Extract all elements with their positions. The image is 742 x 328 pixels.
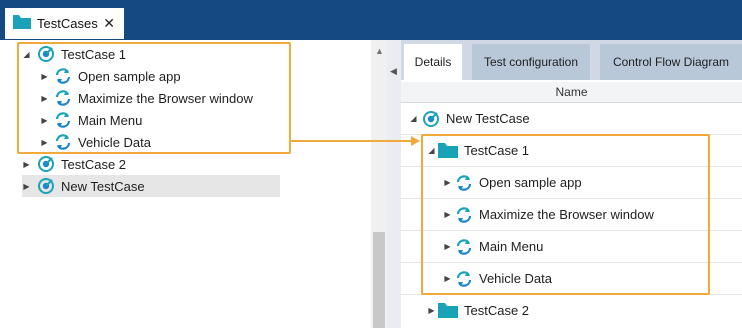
left-tree-panel: ◢ TestCase 1 ▶ Open sample app ▶ Maximiz… — [0, 40, 371, 328]
grid-row-testcase-1[interactable]: ◢ TestCase 1 — [401, 135, 742, 167]
expand-arrow-icon[interactable]: ▶ — [443, 274, 452, 283]
expand-arrow-icon[interactable]: ▶ — [40, 116, 49, 125]
title-bar: TestCases ✕ — [0, 0, 742, 40]
testcase-icon — [37, 45, 55, 63]
expand-arrow-icon[interactable]: ▶ — [40, 72, 49, 81]
left-scrollbar[interactable]: ▲ — [371, 40, 387, 328]
tree-item-label: TestCase 2 — [61, 156, 127, 172]
sync-icon — [54, 89, 72, 107]
grid-row-main-menu[interactable]: ▶ Main Menu — [401, 231, 742, 263]
scroll-up-icon[interactable]: ▲ — [375, 46, 384, 56]
column-header-name[interactable]: Name — [401, 82, 742, 103]
expand-arrow-icon[interactable]: ▶ — [40, 138, 49, 147]
tree-item-label: New TestCase — [61, 178, 145, 194]
grid-row-open-sample-app[interactable]: ▶ Open sample app — [401, 167, 742, 199]
tab-bar: Details Test configuration Control Flow … — [401, 40, 742, 80]
expand-arrow-icon[interactable]: ▶ — [22, 160, 31, 169]
scrollbar-thumb[interactable] — [373, 232, 385, 328]
tab-control-flow-diagram[interactable]: Control Flow Diagram — [600, 44, 742, 80]
tree-item-testcase-1[interactable]: ◢ TestCase 1 — [22, 43, 126, 65]
collapse-arrow-icon[interactable]: ◢ — [427, 146, 436, 155]
expand-arrow-icon[interactable]: ▶ — [443, 242, 452, 251]
grid-row-label: Open sample app — [479, 175, 582, 190]
collapse-left-icon[interactable]: ◀ — [390, 66, 397, 77]
doc-tab-testcases[interactable]: TestCases ✕ — [5, 8, 124, 39]
grid-row-label: TestCase 1 — [464, 143, 530, 158]
expand-arrow-icon[interactable]: ▶ — [40, 94, 49, 103]
tree-item-new-testcase[interactable]: ▶ New TestCase — [22, 175, 280, 197]
tree-item-label: Main Menu — [78, 112, 143, 128]
grid-row-maximize-browser[interactable]: ▶ Maximize the Browser window — [401, 199, 742, 231]
sync-icon — [54, 133, 72, 151]
grid-row-label: Vehicle Data — [479, 271, 552, 286]
expand-arrow-icon[interactable]: ▶ — [22, 182, 31, 191]
folder-icon — [438, 143, 458, 158]
panel-splitter[interactable]: ◀ — [387, 40, 401, 328]
close-icon[interactable]: ✕ — [103, 15, 115, 31]
grid-row-label: New TestCase — [446, 111, 530, 126]
sync-icon — [455, 174, 473, 192]
tree-item-label: TestCase 1 — [61, 46, 127, 62]
sync-icon — [54, 111, 72, 129]
tree-item-maximize-browser[interactable]: ▶ Maximize the Browser window — [40, 87, 253, 109]
tree-item-testcase-2[interactable]: ▶ TestCase 2 — [22, 153, 126, 175]
tree-item-vehicle-data[interactable]: ▶ Vehicle Data — [40, 131, 151, 153]
expand-arrow-icon[interactable]: ▶ — [427, 306, 436, 315]
testcase-icon — [422, 110, 440, 128]
grid-row-label: TestCase 2 — [464, 303, 530, 318]
grid-row-label: Main Menu — [479, 239, 544, 254]
testcase-icon — [37, 177, 55, 195]
folder-icon — [438, 303, 458, 318]
tab-test-configuration[interactable]: Test configuration — [472, 44, 590, 80]
grid-row-new-testcase[interactable]: ◢ New TestCase — [401, 103, 742, 135]
collapse-arrow-icon[interactable]: ◢ — [409, 114, 418, 123]
tab-details[interactable]: Details — [404, 44, 462, 80]
sync-icon — [455, 238, 473, 256]
sync-icon — [455, 206, 473, 224]
expand-arrow-icon[interactable]: ▶ — [443, 178, 452, 187]
doc-tab-label: TestCases — [37, 16, 98, 31]
tree-item-label: Maximize the Browser window — [78, 90, 253, 106]
tree-item-open-sample-app[interactable]: ▶ Open sample app — [40, 65, 181, 87]
grid-row-testcase-2[interactable]: ▶ TestCase 2 — [401, 295, 742, 326]
expand-arrow-icon[interactable]: ▶ — [443, 210, 452, 219]
folder-icon — [13, 15, 31, 32]
sync-icon — [54, 67, 72, 85]
testcase-icon — [37, 155, 55, 173]
collapse-arrow-icon[interactable]: ◢ — [22, 50, 31, 59]
right-details-panel: Details Test configuration Control Flow … — [401, 40, 742, 328]
tree-item-main-menu[interactable]: ▶ Main Menu — [40, 109, 142, 131]
grid-row-vehicle-data[interactable]: ▶ Vehicle Data — [401, 263, 742, 295]
grid-row-label: Maximize the Browser window — [479, 207, 654, 222]
sync-icon — [455, 270, 473, 288]
tree-item-label: Vehicle Data — [78, 134, 151, 150]
tree-item-label: Open sample app — [78, 68, 181, 84]
